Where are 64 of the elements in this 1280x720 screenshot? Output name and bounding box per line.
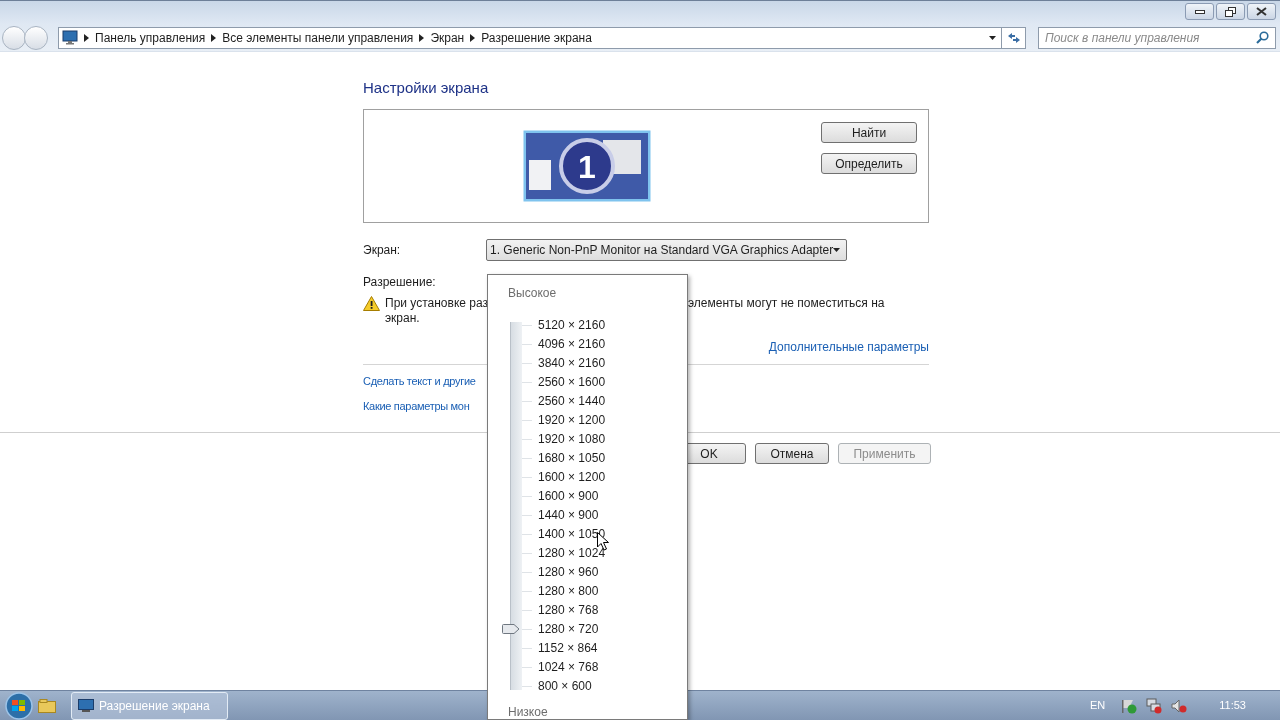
action-button[interactable]: Определить (821, 153, 917, 174)
warning-icon (363, 296, 380, 311)
monitor-number: 1 (578, 149, 596, 185)
resolution-option[interactable]: 1024 × 768 (538, 660, 599, 675)
close-button[interactable] (1247, 3, 1276, 20)
resolution-option[interactable]: 1440 × 900 (538, 508, 599, 523)
field-label: Разрешение: (363, 274, 437, 290)
resolution-option[interactable]: 1680 × 1050 (538, 451, 606, 466)
breadcrumb-item[interactable]: Панель управления (95, 28, 206, 47)
dialog-button[interactable]: Отмена (755, 443, 829, 464)
help-link[interactable]: Сделать текст и другие (363, 374, 476, 389)
chevron-icon (84, 33, 89, 42)
network-icon[interactable] (1146, 697, 1163, 714)
restore-icon (1225, 6, 1236, 17)
scale-label: Высокое (508, 286, 557, 301)
warning-text: экран. (385, 311, 420, 326)
refresh-icon (1006, 31, 1021, 44)
resolution-option[interactable]: 3840 × 2160 (538, 356, 606, 371)
page-heading: Настройки экрана (363, 78, 490, 98)
chevron-icon (419, 33, 425, 42)
warning-text: При установке раз (385, 296, 490, 311)
resolution-option[interactable]: 5120 × 2160 (538, 318, 606, 333)
warning-text: элементы могут не поместиться на (688, 296, 885, 311)
monitor-icon (62, 30, 78, 45)
resolution-option[interactable]: 1920 × 1200 (538, 413, 606, 428)
speaker-muted-icon[interactable] (1171, 697, 1188, 714)
resolution-option[interactable]: 1152 × 864 (538, 641, 598, 656)
chevron-icon (211, 33, 217, 42)
resolution-option[interactable]: 2560 × 1600 (538, 375, 606, 390)
field-label: Экран: (363, 242, 402, 259)
folder-icon[interactable] (38, 698, 56, 713)
caret-icon (833, 248, 841, 252)
breadcrumb-item[interactable]: Разрешение экрана (481, 28, 592, 47)
monitor-icon (78, 698, 94, 713)
resolution-option[interactable]: 800 × 600 (538, 679, 592, 694)
chevron-icon (470, 33, 476, 42)
help-link[interactable]: Какие параметры мон (363, 399, 470, 414)
search-field[interactable]: Поиск в панели управления (1038, 26, 1276, 49)
resolution-option[interactable]: 1600 × 900 (538, 489, 599, 504)
refresh-button[interactable] (1002, 26, 1026, 49)
resolution-option[interactable]: 1280 × 1024 (538, 546, 606, 561)
resolution-option[interactable]: 1280 × 960 (538, 565, 599, 580)
search-icon (1256, 31, 1269, 44)
breadcrumb-item[interactable]: Экран (430, 28, 465, 47)
resolution-option[interactable]: 1280 × 720 (538, 622, 599, 637)
slider-thumb[interactable] (502, 624, 520, 634)
resolution-option[interactable]: 4096 × 2160 (538, 337, 606, 352)
action-button[interactable]: Найти (821, 122, 917, 143)
minimize-icon (1194, 9, 1205, 14)
resolution-option[interactable]: 1920 × 1080 (538, 432, 606, 447)
minimize-button[interactable] (1185, 3, 1214, 20)
restore-button[interactable] (1216, 3, 1245, 20)
display-dropdown[interactable]: 1. Generic Non-PnP Monitor на Standard VGA Graphics Adapter (486, 239, 847, 261)
resolution-option[interactable]: 1280 × 800 (538, 584, 599, 599)
close-icon (1256, 7, 1267, 16)
breadcrumb-item[interactable]: Все элементы панели управления (222, 28, 414, 47)
resolution-option[interactable]: 1280 × 768 (538, 603, 599, 618)
advanced-settings-link[interactable]: Дополнительные параметры (768, 338, 929, 356)
address-bar[interactable]: Панель управления Все элементы панели управления Экран Разрешение экрана (58, 26, 1002, 49)
scale-label: Низкое (508, 705, 548, 720)
flag-icon[interactable] (1121, 697, 1138, 714)
resolution-option[interactable]: 2560 × 1440 (538, 394, 606, 409)
caret-icon (988, 35, 996, 40)
resolution-option[interactable]: 1600 × 1200 (538, 470, 606, 485)
